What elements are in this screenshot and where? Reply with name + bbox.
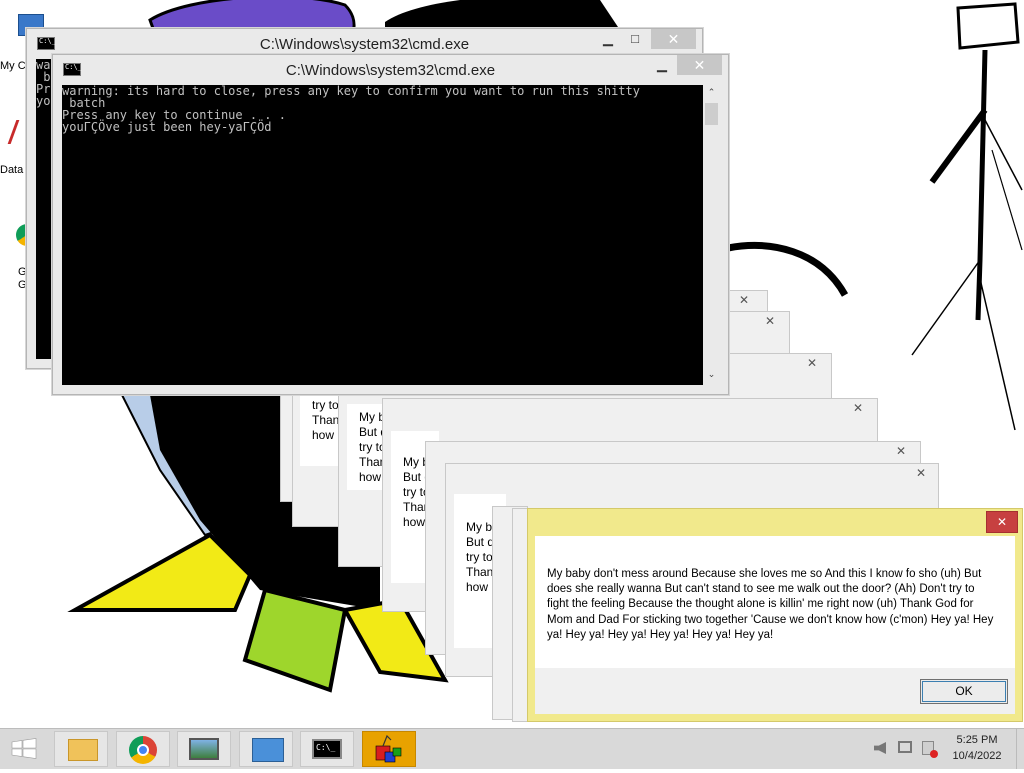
speaker-icon[interactable]	[874, 742, 886, 754]
vertical-scrollbar[interactable]: ⌃ ⌄	[703, 85, 720, 385]
window-title: C:\Windows\system32\cmd.exe	[285, 62, 496, 79]
cmd-window-front[interactable]: C:\_ C:\Windows\system32\cmd.exe ▁ □ ✕ w…	[52, 54, 729, 395]
desktop-icon-label: My C	[0, 60, 26, 72]
action-center-icon[interactable]	[922, 741, 938, 758]
scrollbar-thumb[interactable]	[705, 103, 718, 125]
close-button[interactable]: ✕	[651, 29, 696, 49]
message-text: My baby don't mess around Because she lo…	[547, 568, 994, 641]
title-bar[interactable]: C:\_ C:\Windows\system32\cmd.exe ▁ □ ✕	[53, 55, 728, 83]
taskbar-cmd[interactable]: C:\_	[300, 731, 354, 767]
taskbar-photo-viewer[interactable]	[177, 731, 231, 767]
taskbar-file-explorer[interactable]	[54, 731, 108, 767]
chrome-icon	[129, 736, 157, 764]
show-desktop-button[interactable]	[1016, 729, 1024, 769]
taskbar: C:\_ 5:25 PM 10/4/2022	[0, 728, 1024, 769]
close-icon[interactable]: ✕	[755, 312, 785, 330]
desktop-icon-label: Data	[0, 164, 24, 176]
taskbar-active-app[interactable]	[362, 731, 416, 767]
minimize-button[interactable]: ▁	[649, 57, 675, 73]
cmd-icon: C:\_	[312, 739, 342, 759]
ok-button[interactable]: OK	[920, 679, 1008, 704]
message-box-active[interactable]: ✕ My baby don't mess around Because she …	[527, 508, 1023, 722]
close-icon[interactable]: ✕	[906, 464, 936, 482]
message-content: My baby don't mess around Because she lo…	[535, 536, 1015, 668]
scroll-down-icon[interactable]: ⌄	[703, 369, 720, 383]
minimize-button[interactable]: ▁	[595, 31, 621, 47]
close-icon[interactable]: ✕	[886, 442, 916, 460]
taskbar-chrome[interactable]	[116, 731, 170, 767]
folder-icon	[68, 739, 98, 761]
clock[interactable]: 5:25 PM 10/4/2022	[944, 732, 1010, 764]
network-icon[interactable]	[898, 741, 912, 753]
start-button[interactable]	[0, 731, 50, 767]
console-output[interactable]: warning: its hard to close, press any ke…	[62, 85, 703, 385]
close-icon[interactable]: ✕	[797, 354, 827, 372]
close-icon[interactable]: ✕	[843, 399, 873, 417]
taskbar-control-panel[interactable]	[239, 731, 293, 767]
clock-time: 5:25 PM	[956, 734, 998, 746]
close-icon[interactable]: ✕	[729, 291, 759, 309]
control-panel-icon	[252, 738, 284, 762]
scroll-up-icon[interactable]: ⌃	[703, 87, 720, 101]
close-button[interactable]: ✕	[677, 55, 722, 75]
title-bar[interactable]: C:\_ C:\Windows\system32\cmd.exe ▁ □ ✕	[27, 29, 702, 57]
script-app-icon	[375, 734, 402, 763]
close-button[interactable]: ✕	[986, 511, 1018, 533]
photo-icon	[189, 738, 219, 760]
maximize-button[interactable]: □	[622, 31, 648, 46]
clock-date: 10/4/2022	[952, 750, 1002, 762]
system-tray	[870, 729, 942, 769]
windows-logo-icon	[11, 738, 37, 759]
button-area: OK	[535, 668, 1015, 714]
